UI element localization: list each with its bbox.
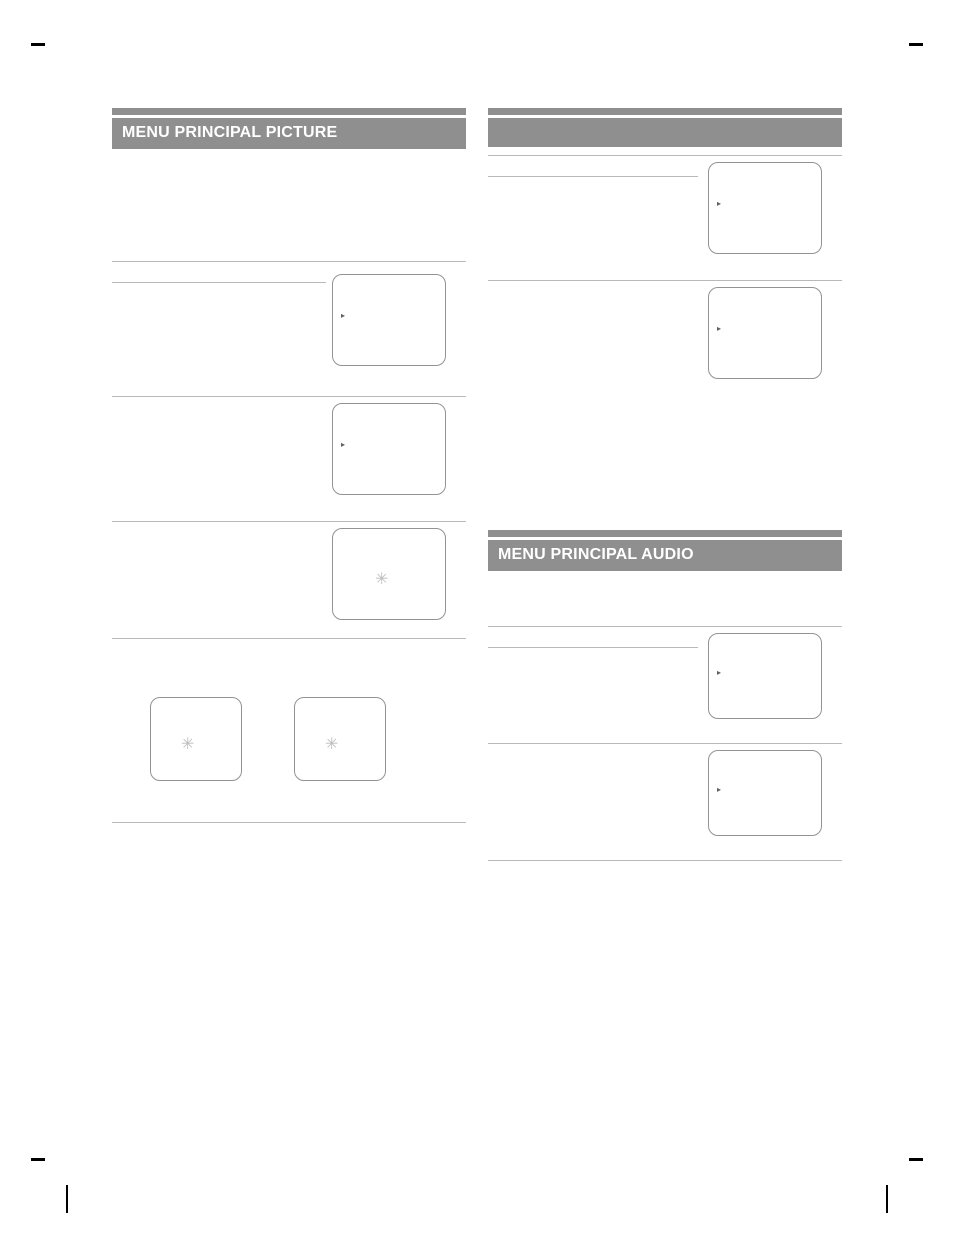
tv-screen-illustration: ✳ [294, 697, 386, 781]
step-item: Dynamic – pour une image accentuée, haut… [112, 403, 466, 511]
accent-bar [112, 108, 466, 115]
body-text: BRIGHT augmente ou réduit la quantité de… [488, 405, 828, 495]
divider [488, 743, 842, 744]
subsection-title: Sélection du Picture Mode (Image) [112, 157, 466, 169]
section-header: MENU PRINCIPAL AUDIO [488, 540, 842, 571]
divider [112, 521, 466, 522]
body-text: STANDARD Convient à une écoute normale. … [488, 867, 828, 936]
crop-mark [909, 43, 923, 46]
divider [488, 155, 842, 156]
burst-icon: ✳ [375, 569, 385, 589]
tv-screen-illustration: PICTURE ▸ [708, 287, 822, 379]
crop-mark [909, 1158, 923, 1161]
divider [112, 261, 466, 262]
divider [488, 860, 842, 861]
section-header: MENU PRINCIPAL PICTURE [112, 118, 466, 149]
crop-mark [66, 1185, 68, 1213]
divider [112, 638, 466, 639]
divider [488, 176, 698, 177]
step-item: Standard – pour l'image « standard », ré… [112, 268, 466, 386]
tv-screen-illustration: PICTURE ✳ [332, 528, 446, 620]
tv-screen-illustration: ✳ [150, 697, 242, 781]
play-indicator-icon: ▸ [717, 785, 721, 794]
divider [112, 822, 466, 823]
divider [112, 396, 466, 397]
step-item: 2 Press ▲ or ▼ to select AUDIO MODE. AUD… [488, 750, 842, 850]
divider [112, 282, 326, 283]
crop-mark [31, 1158, 45, 1161]
crop-mark [886, 1185, 888, 1213]
tv-screen-illustration: PICTURE ▸ [332, 274, 446, 366]
body-text: Vous permet de régler, selon vos préfére… [112, 843, 328, 888]
tv-screen-illustration: AUDIO ▸ [708, 633, 822, 719]
play-indicator-icon: ▸ [717, 324, 721, 333]
subsection-title: Sélection du mode audio [488, 579, 842, 591]
tv-screen-illustration: AUDIO ▸ [708, 750, 822, 836]
divider [488, 647, 698, 648]
right-column: 1 Appuyez sur ▲ ou ▼ pour sélectionner l… [488, 108, 842, 945]
accent-bar [488, 108, 842, 115]
step-item: 1 Appuyez sur ▲ ou ▼ pour sélectionner l… [488, 162, 842, 270]
footer-meta: Page 52 [840, 1210, 870, 1219]
step-item: Manual – pour les réglages personnalisés… [112, 645, 466, 685]
play-indicator-icon: ▸ [717, 199, 721, 208]
section-title: MENU PRINCIPAL PICTURE [122, 124, 456, 142]
step-item: 1 Press MENU, then < or > to select AUDI… [488, 633, 842, 733]
step-item: Cinema – pour l'atmosphère du grand écra… [112, 528, 466, 628]
play-indicator-icon: ▸ [717, 668, 721, 677]
crop-mark [31, 43, 45, 46]
divider [488, 626, 842, 627]
tv-screen-illustration: PICTURE ▸ [332, 403, 446, 495]
section-header-continued [488, 118, 842, 147]
page-content: MENU PRINCIPAL PICTURE Sélection du Pict… [112, 108, 842, 945]
intro-text: Vous avez accès à cinq modes audio par l… [488, 593, 704, 617]
illustration-pair: ✳ PICTURE ✳ PICTURE [112, 697, 466, 802]
accent-bar [488, 530, 842, 537]
divider [488, 280, 842, 281]
subsection-title: Réglage de l'image [112, 829, 466, 841]
burst-icon: ✳ [325, 734, 335, 754]
section-title: MENU PRINCIPAL AUDIO [498, 546, 832, 564]
tv-screen-illustration: PICTURE ▸ [708, 162, 822, 254]
step-item: 2 Appuyez sur < ou > pour effectuer le r… [488, 287, 842, 395]
footer-code: 3828VA0338K(S15A_REV01) [84, 1210, 190, 1219]
footer-page: 52 [300, 1210, 309, 1219]
intro-text: C'est pourquoi, votre téléviseur a été p… [112, 171, 328, 252]
left-column: MENU PRINCIPAL PICTURE Sélection du Pict… [112, 108, 466, 945]
burst-icon: ✳ [181, 734, 191, 754]
play-indicator-icon: ▸ [341, 440, 345, 449]
footer-time: 3:32 PM [724, 1210, 754, 1219]
play-indicator-icon: ▸ [341, 311, 345, 320]
